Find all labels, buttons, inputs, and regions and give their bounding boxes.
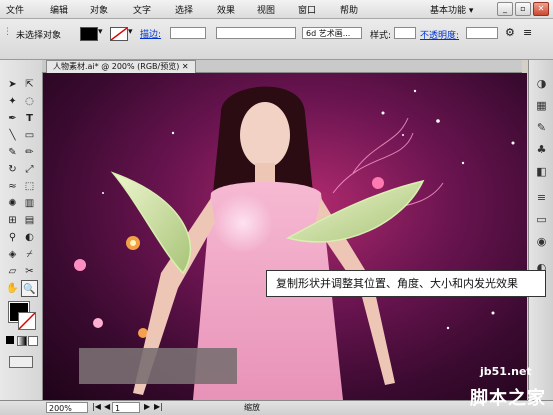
menu-bar: 文件 编辑 对象 文字 选择 效果 视图 窗口 帮助 基本功能 ▾ _ ▫ ✕	[0, 0, 553, 19]
menu-file[interactable]: 文件	[6, 3, 24, 16]
workspace-label: 基本功能	[430, 6, 467, 16]
gradient-icon[interactable]: ▤	[21, 212, 38, 229]
close-button[interactable]: ✕	[533, 2, 549, 16]
style-label: 样式:	[370, 31, 392, 41]
zoom-tool-icon[interactable]: 🔍	[21, 280, 38, 297]
mesh-icon[interactable]: ⊞	[4, 212, 21, 229]
rotate-icon[interactable]: ↻	[4, 161, 21, 178]
menu-edit[interactable]: 编辑	[50, 3, 68, 16]
lasso-icon[interactable]: ◌	[21, 93, 38, 110]
stroke-color-box[interactable]	[18, 312, 36, 330]
panel-menu-icon[interactable]: ≡	[523, 26, 532, 39]
live-paint-icon[interactable]: ◈	[4, 246, 21, 263]
stroke-link[interactable]: 描边:	[140, 27, 161, 40]
stroke-panel-icon[interactable]: ≡	[533, 190, 550, 206]
scale-icon[interactable]: ⤢	[21, 161, 38, 178]
brush-dropdown[interactable]: 6d 艺术画...	[302, 27, 362, 39]
panel-dock: ◑ ▦ ✎ ♣ ◧ ≡ ▭ ◉ ◐ ◫	[528, 60, 553, 400]
first-page-icon[interactable]: |◀	[92, 402, 101, 411]
tutorial-caption: 复制形状并调整其位置、角度、大小和内发光效果	[266, 270, 546, 297]
brushes-icon[interactable]: ✎	[533, 120, 550, 136]
window-controls: _ ▫ ✕	[497, 2, 549, 16]
opacity-link[interactable]: 不透明度:	[420, 28, 459, 41]
screen-mode-icon[interactable]	[9, 356, 33, 368]
close-icon[interactable]: ✕	[182, 62, 189, 71]
chevron-down-icon[interactable]: ▾	[128, 27, 133, 37]
chevron-down-icon[interactable]: ▾	[98, 27, 103, 37]
color-mode-icon[interactable]	[6, 336, 14, 344]
restore-button[interactable]: ▫	[515, 2, 531, 16]
gradient-mode-icon[interactable]	[17, 336, 27, 346]
paintbrush-icon[interactable]: ✎	[4, 144, 21, 161]
zoom-field[interactable]: 200%	[46, 402, 88, 413]
menu-object[interactable]: 对象	[90, 3, 108, 16]
free-transform-icon[interactable]: ⬚	[21, 178, 38, 195]
eraser-icon[interactable]: ▱	[4, 263, 21, 280]
leaf-shape-left	[110, 171, 192, 275]
selection-status: 未选择对象	[16, 31, 62, 41]
swatches-icon[interactable]: ▦	[533, 98, 550, 114]
menu-window[interactable]: 窗口	[298, 3, 316, 16]
style-swatch[interactable]	[394, 27, 416, 39]
current-tool-label: 缩放	[244, 403, 260, 412]
pen-tool-icon[interactable]: ✒	[4, 110, 21, 127]
menu-type[interactable]: 文字	[133, 3, 151, 16]
none-slash-icon	[110, 27, 128, 41]
fill-swatch[interactable]	[80, 27, 98, 41]
line-tool-icon[interactable]: ╲	[4, 127, 21, 144]
magic-wand-icon[interactable]: ✦	[4, 93, 21, 110]
variable-width-dropdown[interactable]	[216, 27, 296, 39]
tools-panel: ➤ ⇱ ✦ ◌ ✒ T ╲ ▭ ✎ ✏ ↻ ⤢ ≈ ⬚ ✺ ▥ ⊞ ▤ ⚲ ◐ …	[0, 60, 43, 400]
page-field[interactable]: 1	[112, 402, 140, 413]
rectangle-tool-icon[interactable]: ▭	[21, 127, 38, 144]
menu-help[interactable]: 帮助	[340, 3, 358, 16]
document-title: 人物素材.ai* @ 200% (RGB/预览)	[53, 62, 180, 71]
eyedropper-icon[interactable]: ⚲	[4, 229, 21, 246]
page-value: 1	[115, 404, 121, 413]
selection-tool-icon[interactable]: ➤	[4, 76, 21, 93]
document-tab[interactable]: 人物素材.ai* @ 200% (RGB/预览) ✕	[46, 60, 196, 73]
gradient-panel-icon[interactable]: ▭	[533, 212, 550, 228]
zoom-value: 200%	[49, 404, 72, 413]
menu-view[interactable]: 视图	[257, 3, 275, 16]
menu-effect[interactable]: 效果	[217, 3, 235, 16]
blend-icon[interactable]: ◐	[21, 229, 38, 246]
minimize-button[interactable]: _	[497, 2, 513, 16]
direct-selection-icon[interactable]: ⇱	[21, 76, 38, 93]
prev-page-icon[interactable]: ◀	[104, 402, 110, 411]
hand-tool-icon[interactable]: ✋	[4, 280, 21, 297]
stroke-weight-field[interactable]	[170, 27, 206, 39]
color-panel-icon[interactable]: ◑	[533, 76, 550, 92]
brush-value: 6d 艺术画...	[306, 29, 351, 38]
transparency-icon[interactable]: ◉	[533, 234, 550, 250]
none-mode-icon[interactable]	[28, 336, 38, 346]
symbol-sprayer-icon[interactable]: ✺	[4, 195, 21, 212]
graphic-styles-icon[interactable]: ◧	[533, 164, 550, 180]
type-tool-icon[interactable]: T	[21, 110, 38, 127]
workspace-switcher[interactable]: 基本功能 ▾	[430, 3, 473, 16]
control-bar: ⋮ 未选择对象 ▾ ▾ 描边: 6d 艺术画... 样式: 不透明度: ⚙ ≡	[0, 19, 553, 60]
warp-icon[interactable]: ≈	[4, 178, 21, 195]
none-slash-icon	[18, 312, 36, 330]
watermark-site: jb51.net	[480, 365, 532, 378]
stroke-swatch[interactable]	[110, 27, 128, 41]
last-page-icon[interactable]: ▶|	[154, 402, 163, 411]
watermark-name: 脚本之家	[470, 388, 546, 409]
symbols-icon[interactable]: ♣	[533, 142, 550, 158]
redaction-box	[79, 348, 237, 384]
menu-select[interactable]: 选择	[175, 3, 193, 16]
settings-icon[interactable]: ⚙	[505, 26, 515, 39]
slice-icon[interactable]: ⌿	[21, 246, 38, 263]
grip-icon: ⋮	[3, 27, 12, 37]
column-graph-icon[interactable]: ▥	[21, 195, 38, 212]
pencil-icon[interactable]: ✏	[21, 144, 38, 161]
next-page-icon[interactable]: ▶	[144, 402, 150, 411]
opacity-field[interactable]	[466, 27, 498, 39]
scissors-icon[interactable]: ✂	[21, 263, 38, 280]
document-tab-bar: 人物素材.ai* @ 200% (RGB/预览) ✕	[42, 60, 522, 73]
